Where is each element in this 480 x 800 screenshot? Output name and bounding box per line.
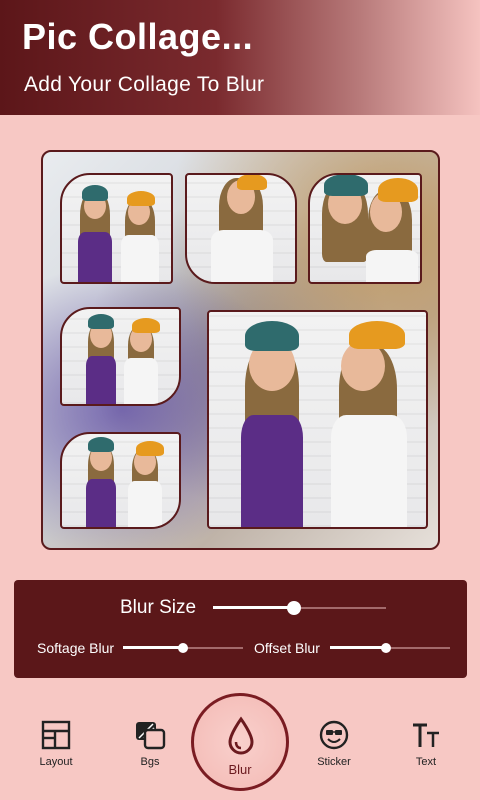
photo-person [72,177,122,282]
app-header: Pic Collage... Add Your Collage To Blur [0,0,480,115]
blur-button[interactable]: Blur [191,693,289,791]
photo-person [120,312,164,404]
photo-person [117,177,167,282]
app-subtitle: Add Your Collage To Blur [24,73,265,96]
collage-canvas[interactable] [41,150,440,550]
softage-blur-slider[interactable] [123,638,243,658]
photo-person [360,175,420,282]
offset-blur-thumb[interactable] [381,643,392,653]
photo-person [227,315,317,527]
layout-icon [41,720,71,750]
blur-size-slider[interactable] [213,598,386,618]
blur-drop-icon [228,716,254,755]
photo-person [207,175,277,282]
blur-size-thumb[interactable] [287,601,302,615]
layout-button[interactable]: Layout [24,720,88,768]
softage-blur-thumb[interactable] [178,643,188,653]
collage-photo-4[interactable] [60,307,181,406]
offset-blur-label: Offset Blur [254,640,320,656]
bgs-icon [136,722,166,750]
text-button[interactable]: Text [394,720,458,768]
photo-person [80,312,124,404]
bgs-button[interactable]: Bgs [118,720,182,768]
collage-photo-1[interactable] [60,173,173,284]
softage-blur-label: Softage Blur [37,640,115,656]
blur-size-label: Blur Size [120,597,197,618]
blur-label: Blur [228,762,252,777]
collage-photo-5[interactable] [207,310,428,529]
layout-label: Layout [39,756,73,768]
blur-controls-panel: Blur Size Softage Blur Offset Blur [14,580,467,678]
offset-blur-slider[interactable] [330,638,450,658]
photo-person [124,435,168,527]
sticker-icon [319,720,349,750]
collage-photo-3[interactable] [308,173,422,284]
photo-person [80,435,124,527]
sticker-label: Sticker [317,756,351,768]
bgs-label: Bgs [140,756,160,768]
sticker-button[interactable]: Sticker [302,720,366,768]
text-icon [413,723,439,747]
collage-photo-6[interactable] [60,432,181,529]
app-title: Pic Collage... [22,16,254,57]
text-label: Text [415,756,437,768]
collage-photo-2[interactable] [185,173,297,284]
photo-person [321,315,417,527]
